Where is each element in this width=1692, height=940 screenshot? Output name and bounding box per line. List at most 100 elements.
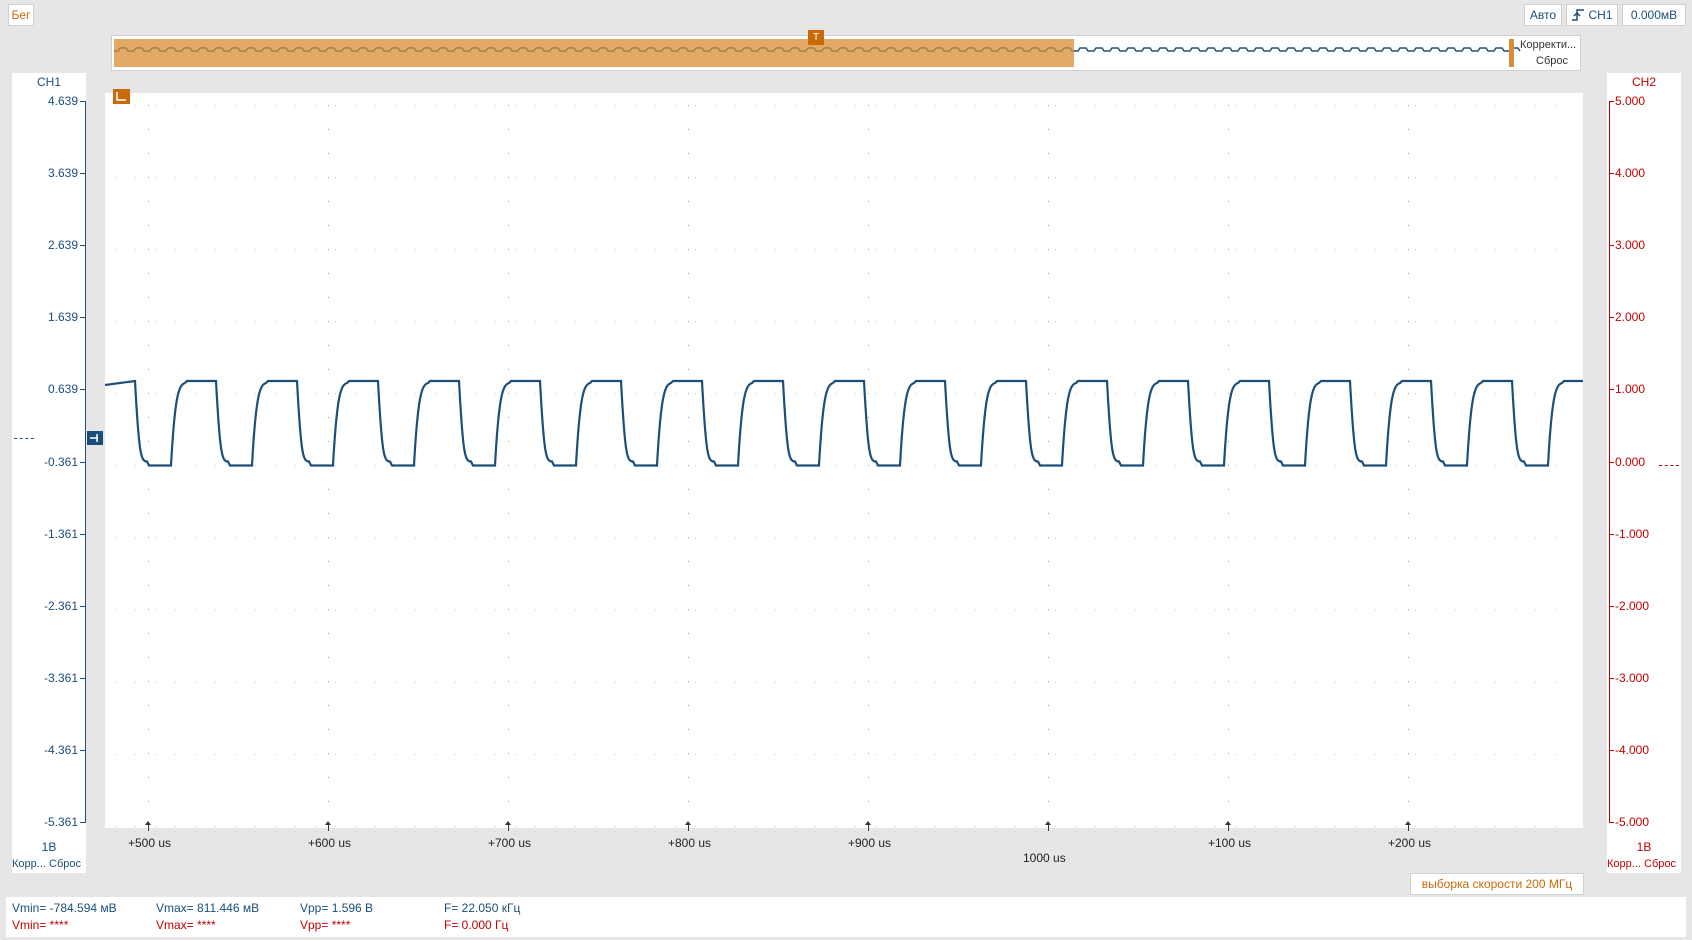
rising-edge-icon bbox=[1572, 9, 1585, 21]
ch2-tick-label: -2.000 bbox=[1615, 598, 1650, 613]
ch1-tick-mark bbox=[80, 749, 85, 751]
x-tick-mark bbox=[688, 825, 689, 831]
x-tick-label: +700 us bbox=[488, 836, 532, 850]
ch1-reset-button[interactable]: Сброс bbox=[49, 858, 81, 870]
trigger-mode-button[interactable]: Авто bbox=[1524, 4, 1562, 26]
x-tick-arrow bbox=[145, 821, 151, 825]
ch1-tick-mark bbox=[80, 245, 85, 247]
ch1-tick-mark bbox=[80, 461, 85, 463]
x-tick-mark bbox=[328, 825, 329, 831]
ch1-ground-marker-dash bbox=[14, 438, 34, 439]
overview-window[interactable] bbox=[114, 39, 1074, 67]
ch2-tick-label: -5.000 bbox=[1615, 815, 1650, 829]
ch1-axis-line bbox=[85, 101, 86, 823]
ch1-tick-label: 4.639 bbox=[47, 94, 78, 108]
ch2-tick-mark bbox=[1609, 173, 1614, 175]
overview-adjust-button[interactable]: Корректи... bbox=[1520, 39, 1576, 51]
ch2-reset-button[interactable]: Сброс bbox=[1644, 858, 1676, 870]
ch2-tick-mark bbox=[1609, 461, 1614, 463]
ch1-tick-label: -3.361 bbox=[43, 670, 78, 685]
ch2-tick-mark bbox=[1609, 605, 1614, 607]
ch1-tick-label: -2.361 bbox=[43, 598, 78, 613]
ch2-tick-label: -4.000 bbox=[1615, 742, 1650, 757]
ch2-ground-marker-dash bbox=[1659, 465, 1679, 466]
ch1-scale[interactable]: 1В bbox=[12, 840, 86, 854]
ch1-offset-marker[interactable] bbox=[87, 431, 103, 445]
waveform-plot bbox=[104, 105, 1593, 827]
overview-trigger-marker[interactable]: T bbox=[808, 30, 824, 45]
ch2-tick-label: 1.000 bbox=[1615, 382, 1646, 397]
measurement-panel: Vmin= -784.594 мВ Vmax= 811.446 мВ Vpp= … bbox=[6, 897, 1686, 937]
x-tick-label: +900 us bbox=[848, 836, 892, 850]
ch2-tick-mark bbox=[1609, 317, 1614, 319]
ch2-adjust-button[interactable]: Корр... bbox=[1607, 858, 1641, 870]
x-tick-label: +100 us bbox=[1208, 836, 1252, 850]
ch2-tick-label: 3.000 bbox=[1615, 238, 1646, 253]
x-tick-arrow bbox=[505, 821, 511, 825]
plot-area[interactable]: +500 us +600 us +700 us +800 us +900 us +100 … bbox=[104, 93, 1593, 865]
ch2-scale[interactable]: 1В bbox=[1607, 840, 1681, 854]
ch2-label[interactable]: CH2 bbox=[1607, 75, 1681, 89]
x-tick-arrow bbox=[325, 821, 331, 825]
ch1-tick-label: -4.361 bbox=[43, 742, 78, 757]
x-tick-arrow bbox=[865, 821, 871, 825]
ch1-tick-label: -5.361 bbox=[43, 815, 78, 829]
ch1-vmin: Vmin= -784.594 мВ bbox=[12, 901, 117, 915]
ch2-tick-label: 2.000 bbox=[1615, 310, 1646, 325]
ch1-waveform-line bbox=[104, 379, 1593, 467]
ch2-freq: F= 0.000 Гц bbox=[444, 918, 509, 932]
ch1-tick-mark bbox=[80, 101, 85, 102]
ch2-tick-mark bbox=[1609, 533, 1614, 535]
trigger-channel-label: CH1 bbox=[1588, 8, 1613, 22]
ch1-tick-mark bbox=[80, 389, 85, 391]
overview-reset-button[interactable]: Сброс bbox=[1536, 55, 1568, 67]
ch2-tick-label: -3.000 bbox=[1615, 670, 1650, 685]
x-tick-arrow bbox=[1225, 821, 1231, 825]
ch1-tick-mark bbox=[80, 677, 85, 679]
ch2-vpp: Vpp= **** bbox=[300, 918, 351, 932]
ch1-tick-mark bbox=[80, 173, 85, 175]
x-tick-arrow bbox=[685, 821, 691, 825]
ch2-vmin: Vmin= **** bbox=[12, 918, 69, 932]
x-tick-mark bbox=[868, 825, 869, 831]
ch1-tick-mark bbox=[80, 822, 85, 823]
ch1-label[interactable]: CH1 bbox=[12, 75, 86, 89]
ch2-tick-mark bbox=[1609, 245, 1614, 247]
x-tick-mark bbox=[1408, 825, 1409, 831]
overview-right-handle[interactable] bbox=[1509, 39, 1514, 67]
x-tick-arrow bbox=[1045, 821, 1051, 825]
ch1-tick-mark bbox=[80, 317, 85, 319]
trigger-time-marker[interactable] bbox=[113, 89, 130, 104]
x-tick-mark bbox=[148, 825, 149, 831]
x-center-label: 1000 us bbox=[1023, 851, 1066, 865]
ch1-tick-label: 0.639 bbox=[47, 382, 78, 397]
ch1-tick-mark bbox=[80, 605, 85, 607]
ch2-tick-label: 4.000 bbox=[1615, 166, 1646, 181]
x-tick-mark bbox=[1228, 825, 1229, 831]
trigger-level-button[interactable]: 0.000мВ bbox=[1622, 4, 1686, 26]
overview-bar[interactable]: Корректи... Сброс bbox=[111, 35, 1581, 71]
ch2-tick-mark bbox=[1609, 749, 1614, 751]
x-tick-arrow bbox=[1405, 821, 1411, 825]
ch2-tick-label: -1.000 bbox=[1615, 526, 1650, 541]
ch2-tick-mark bbox=[1609, 389, 1614, 391]
x-tick-label: +600 us bbox=[308, 836, 352, 850]
ch2-vmax: Vmax= **** bbox=[156, 918, 216, 932]
ch1-vpp: Vpp= 1.596 В bbox=[300, 901, 374, 915]
x-tick-label: +800 us bbox=[668, 836, 712, 850]
ch2-tick-label: 5.000 bbox=[1615, 94, 1646, 108]
ch1-tick-label: 1.639 bbox=[47, 310, 78, 325]
x-tick-label: +500 us bbox=[128, 836, 172, 850]
ch1-adjust-button[interactable]: Корр... bbox=[12, 858, 46, 870]
ch2-tick-label: 0.000 bbox=[1615, 454, 1646, 469]
ch1-tick-label: -0.361 bbox=[43, 454, 78, 469]
run-button[interactable]: Бег bbox=[8, 4, 34, 26]
ch2-tick-mark bbox=[1609, 677, 1614, 679]
ch1-tick-mark bbox=[80, 533, 85, 535]
ch2-tick-mark bbox=[1609, 101, 1614, 102]
x-tick-mark bbox=[508, 825, 509, 831]
x-tick-mark bbox=[1048, 825, 1049, 831]
ch1-axis-panel: CH1 4.639 3.639 2.639 1.639 0.639 -0.361 -1.36… bbox=[12, 73, 86, 873]
trigger-channel-button[interactable]: CH1 bbox=[1566, 4, 1618, 26]
ch1-tick-label: 3.639 bbox=[47, 166, 78, 181]
